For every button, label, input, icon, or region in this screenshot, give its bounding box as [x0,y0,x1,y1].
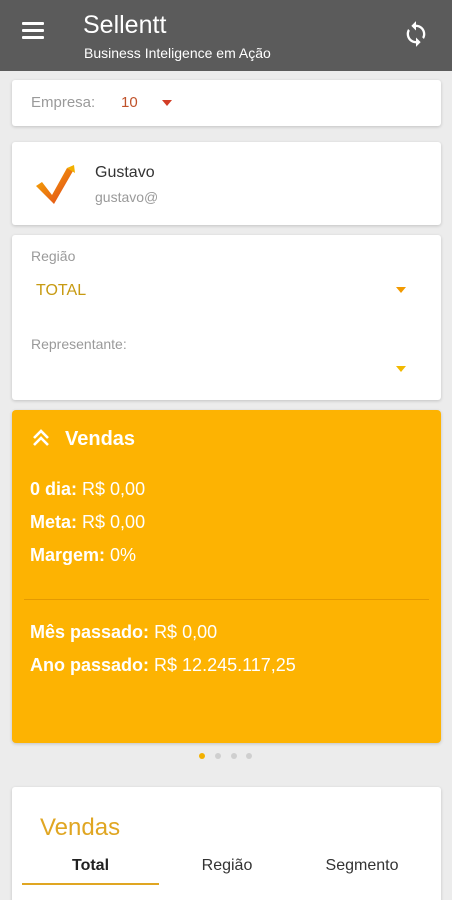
empresa-label: Empresa: [31,94,96,111]
empresa-value[interactable]: 10 [121,94,138,111]
refresh-icon[interactable] [402,20,430,48]
page-dot[interactable] [199,753,205,759]
page-dot[interactable] [215,753,221,759]
filters-card: Região TOTAL Representante: [12,235,441,400]
app-bar: Sellentt Business Inteligence em Ação [0,0,452,71]
empresa-selector[interactable]: Empresa: 10 [12,80,441,126]
page-dot[interactable] [231,753,237,759]
divider [24,599,429,600]
representante-label: Representante: [31,336,127,352]
caret-down-icon[interactable] [396,366,406,372]
active-tab-indicator [22,883,159,885]
tab-segmento[interactable]: Segmento [302,857,422,875]
tab-total[interactable]: Total [22,857,159,875]
vendas-chart-card: Vendas Total Região Segmento [12,787,441,900]
user-name: Gustavo [95,164,155,181]
app-title: Sellentt [83,11,167,39]
stat-mes-passado: Mês passado: R$ 0,00 [30,622,218,642]
caret-down-icon[interactable] [396,287,406,293]
user-card: Gustavo gustavo@ [12,142,441,225]
tab-regiao[interactable]: Região [172,857,282,875]
chart-title: Vendas [40,814,121,841]
double-chevron-up-icon[interactable] [31,428,51,448]
caret-down-icon[interactable] [162,100,172,106]
vendas-title: Vendas [65,428,136,450]
stat-dia: 0 dia: R$ 0,00 [30,479,146,499]
stat-ano-passado: Ano passado: R$ 12.245.117,25 [30,655,296,675]
stat-margem: Margem: 0% [30,545,137,565]
sellentt-logo-icon [36,165,75,204]
app-subtitle: Business Inteligence em Ação [84,45,271,61]
user-email: gustavo@ [95,189,159,205]
hamburger-menu-icon[interactable] [22,22,44,40]
regiao-select[interactable]: TOTAL [36,282,86,300]
regiao-label: Região [31,248,76,264]
stat-meta: Meta: R$ 0,00 [30,512,146,532]
page-dot[interactable] [246,753,252,759]
vendas-summary-card[interactable]: Vendas 0 dia: R$ 0,00 Meta: R$ 0,00 Marg… [12,410,441,743]
